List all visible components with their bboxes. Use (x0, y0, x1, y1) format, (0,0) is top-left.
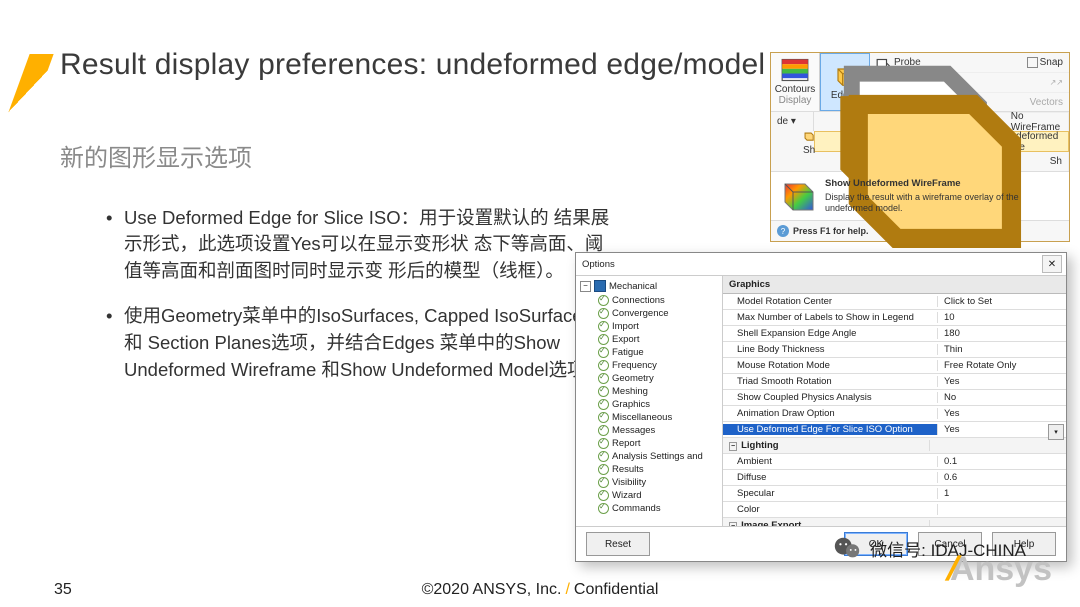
tree-item[interactable]: Messages (580, 424, 720, 437)
tree-item[interactable]: Commands (580, 502, 720, 515)
ribbon-callout: Contours Display Edges ProbeSnap Maximum… (770, 52, 1070, 242)
grid-row[interactable]: Shell Expansion Edge Angle180 (723, 326, 1066, 342)
grid-row[interactable]: Diffuse0.6 (723, 470, 1066, 486)
check-icon (598, 386, 609, 397)
tree-item[interactable]: Graphics (580, 398, 720, 411)
ribbon-item-sh1[interactable]: Sh (814, 152, 1069, 171)
check-icon (598, 425, 609, 436)
tree-item[interactable]: Analysis Settings and (580, 450, 720, 463)
bullet-list: Use Deformed Edge for Slice ISO：用于设置默认的 … (66, 205, 618, 402)
copyright: ©2020 ANSYS, Inc./Confidential (0, 581, 1080, 599)
tree-item[interactable]: Geometry (580, 372, 720, 385)
grid-row[interactable]: Show Coupled Physics AnalysisNo (723, 390, 1066, 406)
page-title: Result display preferences: undeformed e… (60, 48, 765, 82)
dialog-title: Options (582, 259, 615, 270)
tree-root[interactable]: −Mechanical (580, 280, 720, 292)
vectors-icon[interactable]: ↗↗ (1050, 78, 1063, 87)
grid-row[interactable]: Animation Draw OptionYes (723, 406, 1066, 422)
check-icon (598, 412, 609, 423)
grid-row[interactable]: Use Deformed Edge For Slice ISO OptionYe… (723, 422, 1066, 438)
check-icon (598, 399, 609, 410)
check-icon (598, 451, 609, 462)
check-icon (598, 477, 609, 488)
contours-icon (781, 58, 809, 82)
ribbon-sublabel: Display (779, 95, 812, 106)
dropdown-icon[interactable]: ▾ (1048, 424, 1064, 440)
check-icon (598, 360, 609, 371)
tree-item[interactable]: Wizard (580, 489, 720, 502)
slide-root: Result display preferences: undeformed e… (0, 0, 1080, 607)
grid-row[interactable]: Specular1 (723, 486, 1066, 502)
tree-item[interactable]: Connections (580, 294, 720, 307)
grid-group[interactable]: Lighting (723, 438, 1066, 454)
check-icon (598, 347, 609, 358)
check-icon (598, 373, 609, 384)
tree-item[interactable]: Convergence (580, 307, 720, 320)
check-icon (598, 334, 609, 345)
tree-item[interactable]: Visibility (580, 476, 720, 489)
ribbon-de-dropdown[interactable]: de ▾ (771, 112, 814, 131)
tree-item[interactable]: Report (580, 437, 720, 450)
close-icon[interactable]: ✕ (1042, 255, 1062, 273)
check-icon (598, 321, 609, 332)
check-icon (598, 464, 609, 475)
check-icon (598, 308, 609, 319)
tree-item[interactable]: Export (580, 333, 720, 346)
bullet-item: 使用Geometry菜单中的IsoSurfaces, Capped IsoSur… (106, 303, 618, 383)
check-icon (598, 490, 609, 501)
cube-icon (820, 47, 1050, 277)
grid-row[interactable]: Line Body ThicknessThin (723, 342, 1066, 358)
tree-item[interactable]: Results (580, 463, 720, 476)
ribbon-contours-button[interactable]: Contours Display (771, 53, 820, 111)
options-grid: Graphics Model Rotation CenterClick to S… (723, 276, 1066, 526)
tree-item[interactable]: Import (580, 320, 720, 333)
wechat-icon (832, 533, 862, 563)
check-icon (598, 503, 609, 514)
tree-item[interactable]: Miscellaneous (580, 411, 720, 424)
grid-group[interactable]: Image Export (723, 518, 1066, 526)
grid-row[interactable]: Color (723, 502, 1066, 518)
help-icon: ? (777, 225, 789, 237)
grid-row[interactable]: Max Number of Labels to Show in Legend10 (723, 310, 1066, 326)
check-icon (598, 295, 609, 306)
mechanical-icon (594, 280, 606, 292)
ribbon-label: Contours (775, 84, 816, 95)
ribbon-item-sh2[interactable]: Sh (803, 130, 815, 147)
options-tree[interactable]: −Mechanical ConnectionsConvergenceImport… (576, 276, 723, 526)
check-icon (598, 438, 609, 449)
options-dialog: Options ✕ −Mechanical ConnectionsConverg… (575, 252, 1067, 562)
accent-slash (6, 54, 53, 118)
grid-header: Graphics (723, 276, 1066, 294)
grid-row[interactable]: Model Rotation CenterClick to Set (723, 294, 1066, 310)
reset-button[interactable]: Reset (586, 532, 650, 556)
tree-item[interactable]: Meshing (580, 385, 720, 398)
grid-row[interactable]: Triad Smooth RotationYes (723, 374, 1066, 390)
cube-icon (803, 130, 815, 142)
subtitle: 新的图形显示选项 (60, 138, 252, 173)
ribbon-tooltip: Show Undeformed WireFrame Display the re… (771, 171, 1069, 220)
tooltip-body: Display the result with a wireframe over… (825, 192, 1063, 215)
grid-row[interactable]: Ambient0.1 (723, 454, 1066, 470)
tooltip-title: Show Undeformed WireFrame (825, 178, 1063, 190)
bullet-item: Use Deformed Edge for Slice ISO：用于设置默认的 … (106, 205, 618, 285)
tree-item[interactable]: Frequency (580, 359, 720, 372)
tree-item[interactable]: Fatigue (580, 346, 720, 359)
tooltip-cube-icon (777, 178, 817, 214)
grid-row[interactable]: Mouse Rotation ModeFree Rotate Only (723, 358, 1066, 374)
dialog-titlebar: Options ✕ (576, 253, 1066, 276)
